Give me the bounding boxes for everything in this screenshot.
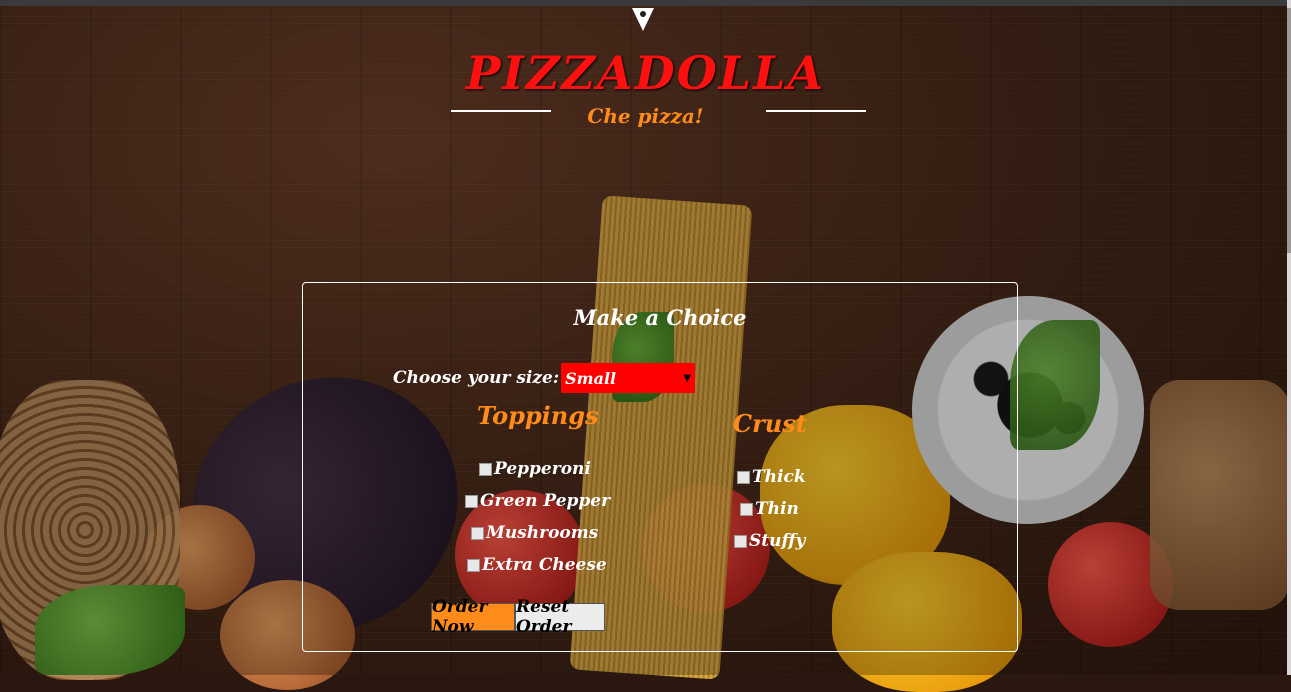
crust-label: Thin (755, 499, 799, 519)
site-subtitle: Che pizza! (587, 104, 704, 128)
crust-heading: Crust (733, 409, 807, 438)
size-selected-value: Small (565, 368, 617, 388)
crust-label: Stuffy (749, 531, 806, 551)
caret-down-icon: ▼ (683, 372, 692, 384)
topping-label: Pepperoni (494, 459, 591, 479)
checkbox[interactable] (471, 526, 484, 540)
reset-order-button[interactable]: Reset Order (515, 597, 605, 637)
order-form-panel: Make a Choice Choose your size: Small ▼ … (302, 282, 1018, 652)
toppings-heading: Toppings (477, 401, 599, 430)
topping-option-pepperoni[interactable]: Pepperoni (479, 459, 591, 479)
checkbox[interactable] (467, 558, 480, 572)
scrollbar-thumb[interactable] (1287, 8, 1291, 253)
crust-option-thin[interactable]: Thin (740, 499, 799, 519)
checkbox[interactable] (740, 502, 753, 516)
size-select[interactable]: Small ▼ (561, 363, 696, 393)
topping-label: Green Pepper (480, 491, 611, 511)
crust-label: Thick (752, 467, 806, 487)
site-title: PIZZADOLLA (465, 46, 826, 100)
topping-option-mushrooms[interactable]: Mushrooms (471, 523, 598, 543)
crust-option-stuffy[interactable]: Stuffy (734, 531, 805, 551)
crust-option-thick[interactable]: Thick (737, 467, 806, 487)
topping-label: Mushrooms (486, 523, 599, 543)
topping-option-extra-cheese[interactable]: Extra Cheese (467, 555, 607, 575)
size-label: Choose your size: (393, 368, 560, 388)
checkbox[interactable] (479, 462, 492, 476)
checkbox[interactable] (465, 494, 478, 508)
pizza-slice-pin-icon (632, 8, 654, 31)
form-heading: Make a Choice (573, 305, 747, 330)
order-now-button[interactable]: Order Now (431, 597, 515, 637)
checkbox[interactable] (737, 470, 750, 484)
topping-label: Extra Cheese (482, 555, 607, 575)
topping-option-green-pepper[interactable]: Green Pepper (465, 491, 610, 511)
checkbox[interactable] (734, 534, 747, 548)
size-row: Choose your size: Small ▼ (393, 363, 696, 393)
